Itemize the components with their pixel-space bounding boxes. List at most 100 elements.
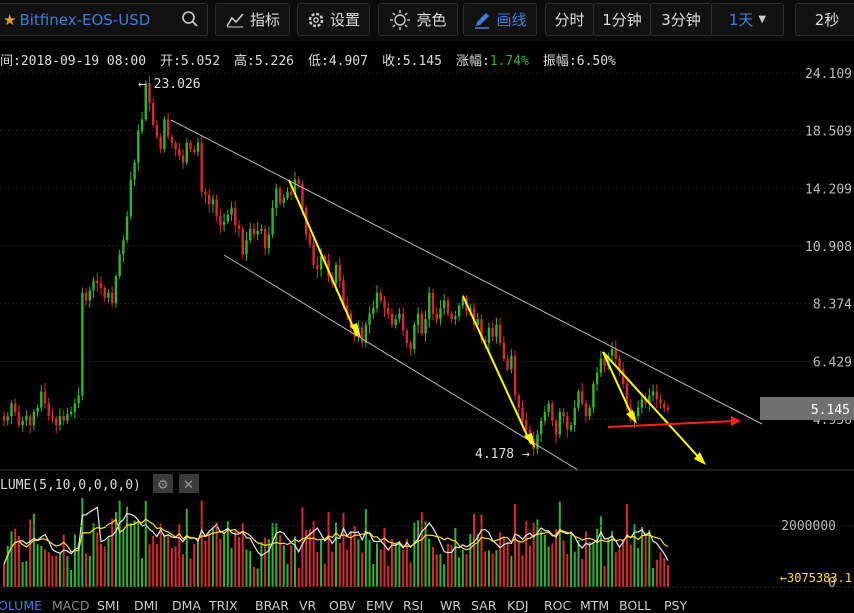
candle-body <box>10 403 13 417</box>
price-axis: 24.10918.50914.20910.9088.3746.4294.936 <box>805 67 852 428</box>
candle-body <box>424 319 427 334</box>
candle-body <box>237 225 241 229</box>
volume-bar <box>446 543 449 587</box>
indicator-tab-olume[interactable]: OLUME <box>0 598 42 613</box>
candle-body <box>62 416 65 421</box>
volume-bar <box>547 546 550 587</box>
channel-lower-line <box>223 254 579 471</box>
volume-bar <box>577 540 580 587</box>
candle-body <box>263 228 267 249</box>
candle-body <box>249 228 252 241</box>
volume-bar <box>629 544 632 587</box>
candle-body <box>450 313 453 320</box>
volume-bar <box>667 565 669 587</box>
candle-body <box>275 188 278 208</box>
candle-body <box>260 228 263 231</box>
indicator-tab-trix[interactable]: TRIX <box>209 598 238 613</box>
volume-bar <box>85 553 88 587</box>
volume-bar <box>387 565 390 587</box>
volume-bar <box>566 554 569 587</box>
indicator-tab-emv[interactable]: EMV <box>366 598 393 613</box>
candle-body <box>174 142 177 150</box>
indicator-tab-psy[interactable]: PSY <box>664 598 687 613</box>
volume-bar <box>491 553 494 587</box>
candle-body <box>498 324 502 343</box>
candle-body <box>569 425 573 430</box>
volume-bar <box>517 540 520 587</box>
indicator-tab-kdj[interactable]: KDJ <box>507 598 529 613</box>
indicator-tab-boll[interactable]: BOLL <box>619 598 651 613</box>
volume-bar <box>293 536 296 587</box>
volume-bar <box>581 559 584 587</box>
candle-body <box>36 407 39 412</box>
volume-bar <box>267 538 270 587</box>
volume-bar <box>51 556 54 587</box>
candle-body <box>610 349 614 356</box>
indicator-tab-macd[interactable]: MACD <box>52 598 89 613</box>
candle-body <box>454 316 457 320</box>
candle-body <box>319 256 323 270</box>
candle-body <box>334 264 338 284</box>
volume-bar <box>364 509 367 587</box>
candle-body <box>55 418 58 426</box>
candle-body <box>13 403 17 412</box>
candle-body <box>442 300 446 309</box>
kline-chart[interactable]: 24.10918.50914.20910.9088.3746.4294.936 … <box>0 0 854 613</box>
volume-tick-label: 2000000 <box>781 519 836 534</box>
candle-body <box>114 276 118 304</box>
candle-body <box>573 407 576 426</box>
volume-bar <box>47 552 50 587</box>
volume-bar <box>55 555 58 587</box>
candle-body <box>566 416 569 430</box>
indicator-tab-obv[interactable]: OBV <box>329 598 356 613</box>
volume-bar <box>316 551 319 587</box>
candle-body <box>435 313 438 320</box>
indicator-tab-dmi[interactable]: DMI <box>134 598 158 613</box>
indicator-tab-roc[interactable]: ROC <box>544 598 571 613</box>
candle-body <box>659 399 662 404</box>
volume-bar <box>167 535 170 587</box>
candle-body <box>129 179 133 217</box>
indicator-tab-dma[interactable]: DMA <box>172 598 201 613</box>
indicator-tab-sar[interactable]: SAR <box>471 598 496 613</box>
volume-bar <box>592 541 595 587</box>
candle-body <box>170 136 174 143</box>
indicator-tab-brar[interactable]: BRAR <box>255 598 289 613</box>
volume-bar <box>540 530 543 587</box>
candle-body <box>577 391 580 408</box>
volume-bar <box>129 523 132 587</box>
candle-body <box>282 197 285 203</box>
candle-body <box>390 313 394 325</box>
candle-body <box>219 216 222 226</box>
volume-bar <box>461 549 464 587</box>
candle-body <box>603 358 606 366</box>
volume-bar <box>349 531 352 587</box>
candle-body <box>308 234 312 245</box>
indicator-tab-smi[interactable]: SMI <box>97 598 119 613</box>
volume-bar <box>431 546 434 587</box>
volume-bars <box>3 498 669 587</box>
volume-bar <box>409 562 412 587</box>
volume-bar <box>376 543 379 587</box>
indicator-tab-mtm[interactable]: MTM <box>580 598 609 613</box>
volume-bar <box>607 538 610 587</box>
volume-bar <box>532 522 535 587</box>
volume-bar <box>260 542 263 587</box>
candle-body <box>178 149 181 156</box>
volume-bar <box>141 558 144 587</box>
volume-bar <box>219 538 222 587</box>
indicator-tab-wr[interactable]: WR <box>440 598 461 613</box>
indicator-tab-rsi[interactable]: RSI <box>403 598 423 613</box>
candle-body <box>439 308 442 320</box>
trend-arrow-3b <box>602 351 703 462</box>
volume-bar <box>238 537 241 587</box>
candle-body <box>554 420 558 435</box>
volume-bar <box>6 546 9 587</box>
volume-bar <box>652 567 655 587</box>
indicator-tab-vr[interactable]: VR <box>299 598 316 613</box>
candle-body <box>401 313 405 331</box>
candle-body <box>245 240 248 255</box>
volume-bar <box>458 557 461 587</box>
volume-bar <box>342 512 345 587</box>
volume-bar <box>70 569 73 587</box>
